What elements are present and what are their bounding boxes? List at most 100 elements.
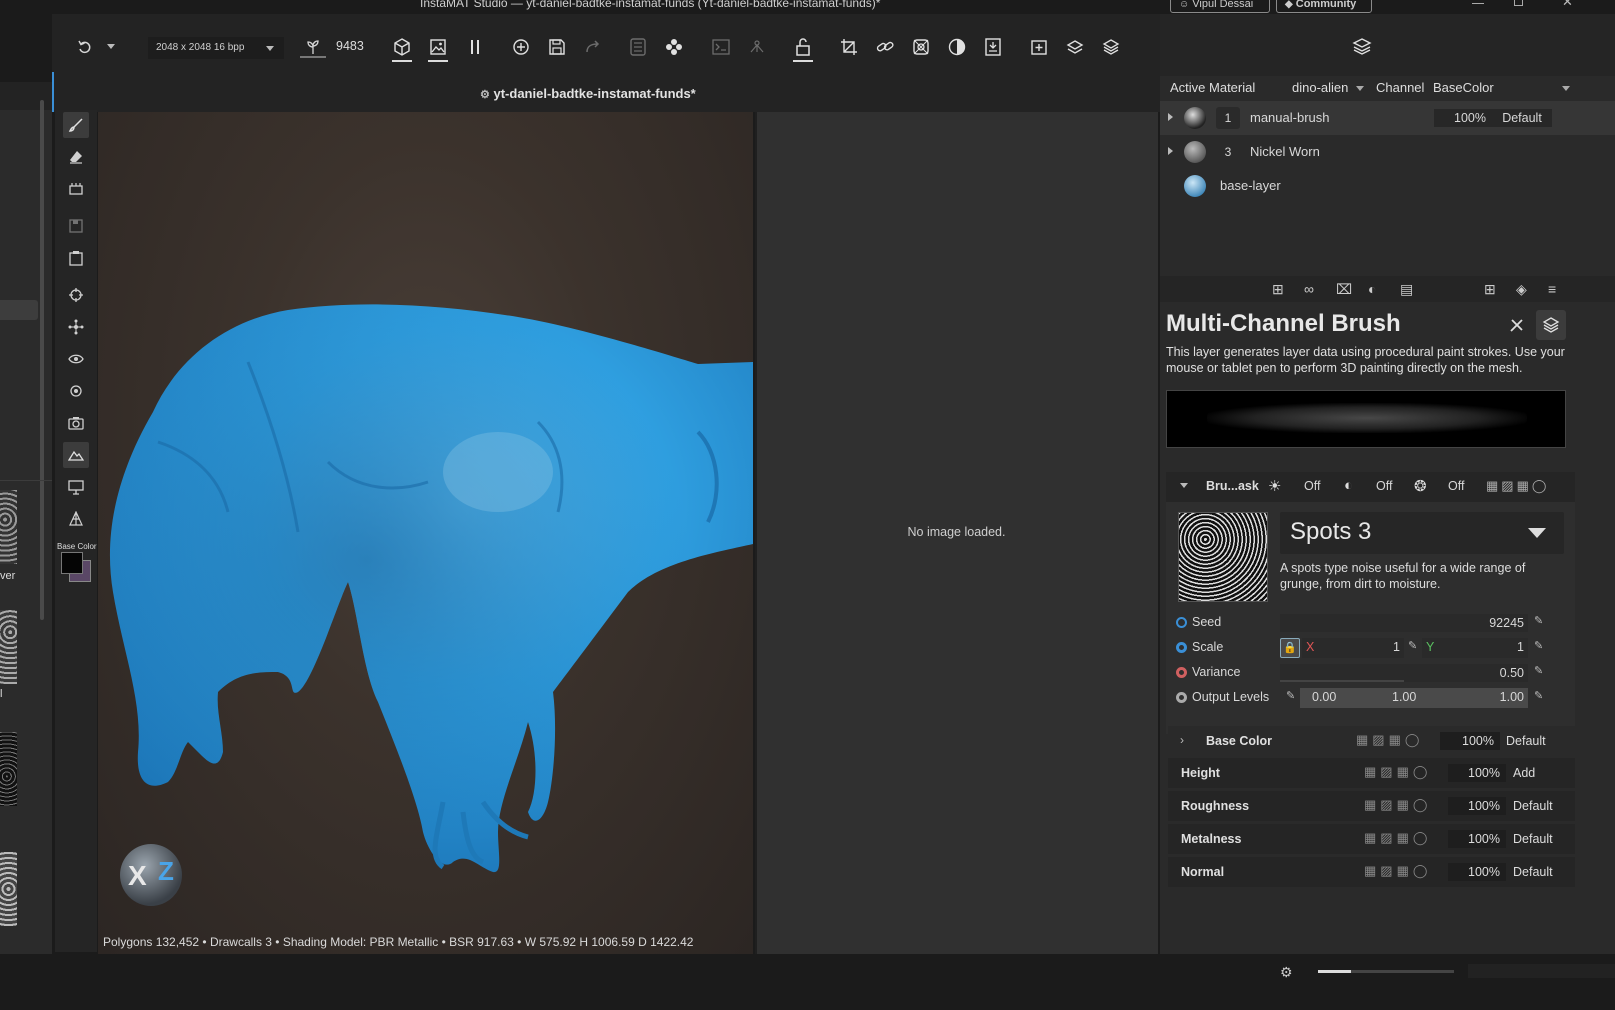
mask-section-header[interactable]: Bru...ask ☀ Off ◐ Off ❂ Off ▦▨▦◯ — [1166, 472, 1575, 502]
maximize-icon[interactable] — [1514, 0, 1523, 6]
close-icon[interactable]: ✕ — [1562, 0, 1573, 10]
material-thumbnail[interactable] — [0, 732, 17, 806]
undo-icon[interactable] — [72, 34, 98, 60]
mesh-scatter-icon[interactable] — [63, 506, 89, 532]
material-thumbnail[interactable] — [0, 490, 17, 564]
link-icon[interactable]: ∞ — [1304, 281, 1314, 297]
layer-name[interactable]: base-layer — [1220, 178, 1281, 193]
projection-icon[interactable] — [63, 176, 89, 202]
variance-slider[interactable]: 0.50 — [1280, 664, 1528, 682]
terrain-icon[interactable] — [63, 442, 89, 468]
cpu-icon[interactable]: ⚙ — [1280, 964, 1293, 981]
channel-row-normal[interactable]: Normal ▦▨▦◯ 100% Default — [1168, 857, 1575, 887]
expand-arrow-icon[interactable] — [1168, 113, 1173, 121]
layer-stack-icon[interactable]: ≡ — [1548, 281, 1556, 297]
channel-blend[interactable]: Add — [1513, 766, 1535, 780]
pattern-icon[interactable]: ⌧ — [1336, 281, 1352, 298]
channel-opacity[interactable]: 100% — [1448, 830, 1506, 848]
layer-row[interactable]: base-layer — [1160, 169, 1615, 203]
graph-tree-icon[interactable] — [744, 34, 770, 60]
layers-icon[interactable] — [1352, 38, 1372, 56]
undo-history-chevron-icon[interactable] — [107, 44, 115, 49]
unlock-icon[interactable] — [790, 34, 816, 60]
left-panel-selected-item[interactable] — [0, 300, 38, 320]
brush-icon[interactable] — [63, 112, 89, 138]
channel-icons[interactable]: ▦▨▦◯ — [1364, 863, 1431, 879]
split-view-icon[interactable] — [462, 34, 488, 60]
node-graph-icon[interactable] — [661, 34, 687, 60]
channel-row-metalness[interactable]: Metalness ▦▨▦◯ 100% Default — [1168, 824, 1575, 854]
export-image-icon[interactable] — [980, 34, 1006, 60]
edit-pencil-icon[interactable]: ✎ — [1408, 639, 1417, 652]
expand-arrow-icon[interactable] — [1168, 147, 1173, 155]
active-material-select[interactable]: dino-alien — [1292, 80, 1364, 95]
community-button[interactable]: ◆ Community — [1276, 0, 1372, 13]
minimize-icon[interactable] — [1472, 3, 1484, 4]
channel-blend[interactable]: Default — [1513, 865, 1553, 879]
mask-toggle-2[interactable]: Off — [1376, 479, 1392, 493]
layer-row[interactable]: 1 manual-brush 100% Default — [1160, 101, 1615, 135]
layer-row[interactable]: 3 Nickel Worn — [1160, 135, 1615, 169]
resolution-select[interactable]: 2048 x 2048 16 bpp — [148, 37, 284, 59]
edit-pencil-icon[interactable]: ✎ — [1534, 614, 1543, 627]
add-circle-icon[interactable] — [508, 34, 534, 60]
channel-opacity[interactable]: 100% — [1448, 863, 1506, 881]
clipboard-icon[interactable] — [63, 245, 89, 271]
3d-viewport[interactable]: X Z — [98, 112, 753, 954]
left-panel-scrollbar[interactable] — [40, 100, 44, 620]
channel-row-base-color[interactable]: › Base Color ▦▨▦◯ 100% Default — [1168, 726, 1575, 756]
add-folder-icon[interactable] — [1026, 34, 1052, 60]
channel-blend[interactable]: Default — [1506, 734, 1546, 748]
export-image-icon[interactable]: ▤ — [1400, 281, 1413, 298]
channel-row-roughness[interactable]: Roughness ▦▨▦◯ 100% Default — [1168, 791, 1575, 821]
eye-select-icon[interactable] — [63, 346, 89, 372]
material-thumbnail[interactable] — [0, 852, 17, 926]
generator-thumbnail[interactable] — [1178, 512, 1268, 602]
channel-row-height[interactable]: Height ▦▨▦◯ 100% Add — [1168, 758, 1575, 788]
add-layer-icon[interactable]: ◈ — [1516, 281, 1527, 298]
param-radio-icon[interactable] — [1176, 692, 1187, 703]
scale-x-field[interactable]: X 1 — [1302, 638, 1404, 658]
chevron-right-icon[interactable]: › — [1180, 733, 1184, 747]
sun-icon[interactable]: ☀ — [1268, 477, 1281, 495]
channel-icons[interactable]: ▦▨▦◯ — [1356, 732, 1423, 748]
save-icon[interactable] — [544, 34, 570, 60]
gear-mask-icon[interactable] — [63, 378, 89, 404]
seed-value[interactable]: 9483 — [336, 39, 364, 53]
eraser-icon[interactable] — [63, 144, 89, 170]
edit-pencil-icon[interactable]: ✎ — [1534, 639, 1543, 652]
camera-icon[interactable] — [63, 410, 89, 436]
crop-icon[interactable]: ⊞ — [1272, 281, 1284, 298]
channel-select[interactable]: BaseColor — [1433, 80, 1494, 95]
axis-gizmo[interactable]: X Z — [120, 844, 182, 906]
mask-toggle-3[interactable]: Off — [1448, 479, 1464, 493]
link-icon[interactable] — [872, 34, 898, 60]
channel-opacity[interactable]: 100% — [1440, 732, 1500, 750]
channel-opacity[interactable]: 100% — [1448, 764, 1506, 782]
channel-icons[interactable]: ▦▨▦◯ — [1364, 830, 1431, 846]
primary-color-swatch[interactable] — [61, 552, 83, 574]
layer-blend-mode[interactable]: Default — [1492, 109, 1552, 127]
pattern-icon[interactable] — [908, 34, 934, 60]
edit-pencil-icon[interactable]: ✎ — [1534, 664, 1543, 677]
lock-icon[interactable]: 🔒 — [1280, 638, 1300, 658]
channel-icons[interactable]: ▦▨▦◯ — [1364, 797, 1431, 813]
scale-y-field[interactable]: Y 1 — [1422, 638, 1528, 658]
chevron-down-icon[interactable] — [1180, 483, 1188, 488]
2d-view-icon[interactable] — [425, 34, 451, 60]
save-disabled-icon[interactable] — [63, 213, 89, 239]
edit-pencil-icon[interactable]: ✎ — [1286, 689, 1295, 702]
add-folder-icon[interactable]: ⊞ — [1484, 281, 1496, 298]
output-levels-range[interactable]: 0.00 1.00 1.00 — [1300, 688, 1528, 708]
channel-blend[interactable]: Default — [1513, 832, 1553, 846]
contrast-icon[interactable]: ◐ — [1368, 281, 1376, 297]
material-thumbnail[interactable] — [0, 610, 17, 684]
user-button[interactable]: ☺ Vipul Dessai — [1170, 0, 1270, 13]
brush-settings-icon[interactable] — [1508, 316, 1526, 334]
presentation-icon[interactable] — [63, 474, 89, 500]
layers-toggle-icon[interactable] — [1536, 310, 1566, 340]
move-nodes-icon[interactable] — [63, 314, 89, 340]
layer-name[interactable]: Nickel Worn — [1250, 144, 1320, 159]
crosshair-icon[interactable] — [63, 282, 89, 308]
terminal-icon[interactable] — [708, 34, 734, 60]
